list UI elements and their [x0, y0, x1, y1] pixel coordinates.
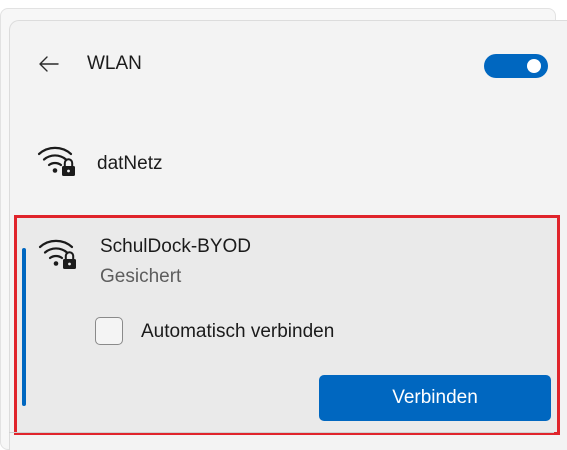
- wlan-toggle[interactable]: [484, 54, 548, 78]
- network-item-schuldock-byod[interactable]: SchulDock-BYOD Gesichert Automatisch ver…: [14, 215, 560, 435]
- network-status: Gesichert: [100, 266, 182, 287]
- auto-connect-checkbox[interactable]: [95, 317, 123, 345]
- panel-header: WLAN: [10, 21, 567, 107]
- wlan-panel: WLAN datNetz SchulDock-BYOD Gesichert Au…: [9, 20, 567, 450]
- page-title: WLAN: [87, 53, 142, 74]
- arrow-left-icon: [39, 56, 59, 72]
- back-button[interactable]: [34, 49, 64, 79]
- auto-connect-label[interactable]: Automatisch verbinden: [141, 321, 334, 343]
- network-item-datnetz[interactable]: datNetz: [10, 121, 567, 205]
- network-name: SchulDock-BYOD: [100, 236, 251, 257]
- connect-button[interactable]: Verbinden: [319, 375, 551, 421]
- toggle-knob: [527, 59, 541, 73]
- divider: [9, 432, 554, 433]
- wifi-secured-icon: [38, 239, 76, 269]
- wifi-secured-icon: [37, 146, 75, 176]
- selection-indicator: [22, 248, 26, 406]
- network-name: datNetz: [97, 153, 163, 174]
